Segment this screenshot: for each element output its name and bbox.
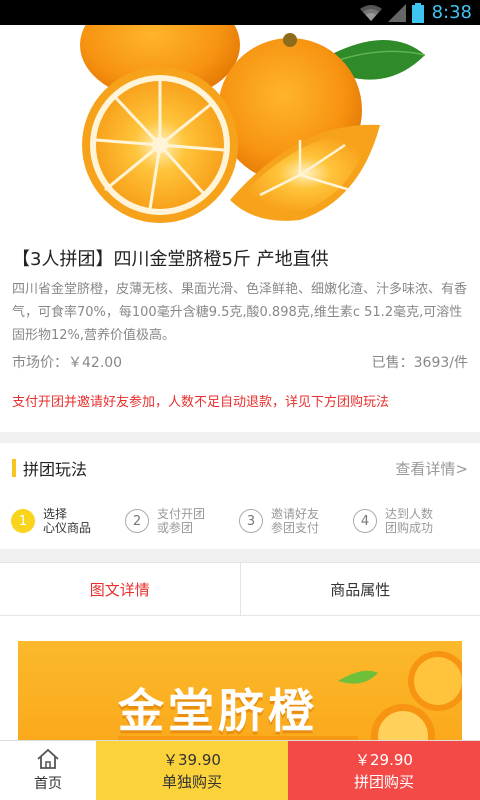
- section-divider: [0, 432, 480, 443]
- bottom-action-bar: 首页 ￥39.90 单独购买 ￥29.90 拼团购买: [0, 740, 480, 800]
- tab-graphic-details[interactable]: 图文详情: [0, 563, 240, 615]
- single-price: ￥39.90: [163, 750, 221, 769]
- group-label: 拼团购买: [353, 772, 414, 791]
- home-icon: [37, 748, 59, 769]
- howto-title-text: 拼团玩法: [23, 460, 88, 479]
- orange-photo: [80, 25, 426, 223]
- step-3: 3 邀请好友 参团支付: [239, 507, 353, 535]
- group-price: ￥29.90: [355, 750, 413, 769]
- tab-product-attributes[interactable]: 商品属性: [239, 563, 480, 615]
- status-time: 8:38: [431, 2, 472, 23]
- step-1: 1 选择 心仪商品: [11, 507, 125, 535]
- step-4: 4 达到人数 团购成功: [353, 507, 467, 535]
- status-icons: [359, 2, 424, 23]
- buy-single-button[interactable]: ￥39.90 单独购买: [96, 741, 288, 800]
- step-number: 3: [239, 509, 263, 533]
- app-screen: 8:38 【3人拼团】四川金堂脐橙5斤 产地直供 四川省金堂脐橙，皮薄无核、果面…: [0, 0, 480, 800]
- step-text: 选择 心仪商品: [43, 507, 91, 535]
- battery-icon: [411, 2, 424, 23]
- single-label: 单独购买: [161, 772, 222, 791]
- step-line2: 心仪商品: [43, 521, 92, 535]
- product-description: 四川省金堂脐橙，皮薄无核、果面光滑、色泽鲜艳、细嫩化渣、汁多味浓、有香气，可食率…: [12, 282, 468, 343]
- howto-title: 拼团玩法: [12, 456, 87, 480]
- view-details-link[interactable]: 查看详情>: [395, 458, 468, 479]
- step-line1: 选择: [43, 507, 68, 521]
- sold-count: 已售：3693/件: [371, 355, 468, 371]
- home-label: 首页: [34, 776, 62, 792]
- price-row: 市场价：￥42.00 已售：3693/件: [12, 353, 468, 373]
- product-image[interactable]: [0, 25, 480, 235]
- status-bar: 8:38: [0, 0, 480, 25]
- step-line2: 参团支付: [271, 521, 320, 535]
- group-howto: 拼团玩法 查看详情> 1 选择 心仪商品 2 支付开团 或参团 3 邀请好友 参…: [0, 443, 480, 549]
- step-line2: 或参团: [157, 521, 194, 535]
- step-line2: 团购成功: [385, 521, 434, 535]
- step-line1: 邀请好友: [271, 507, 320, 521]
- howto-header: 拼团玩法 查看详情>: [0, 443, 480, 493]
- banner-title: 金堂脐橙: [118, 684, 318, 738]
- market-price: 市场价：￥42.00: [12, 355, 123, 371]
- section-divider: [0, 549, 480, 562]
- step-number: 4: [353, 509, 377, 533]
- wifi-icon: [359, 4, 382, 21]
- product-info: 【3人拼团】四川金堂脐橙5斤 产地直供 四川省金堂脐橙，皮薄无核、果面光滑、色泽…: [0, 235, 480, 432]
- step-number: 2: [125, 509, 149, 533]
- product-title: 【3人拼团】四川金堂脐橙5斤 产地直供: [12, 249, 329, 270]
- step-text: 邀请好友 参团支付: [271, 507, 319, 535]
- detail-banner-image: 金堂脐橙: [18, 641, 462, 751]
- group-notice: 支付开团并邀请好友参加，人数不足自动退款，详见下方团购玩法: [12, 395, 390, 410]
- step-number: 1: [11, 509, 35, 533]
- step-text: 支付开团 或参团: [157, 507, 205, 535]
- howto-steps: 1 选择 心仪商品 2 支付开团 或参团 3 邀请好友 参团支付 4 达到人数 …: [0, 493, 480, 549]
- step-2: 2 支付开团 或参团: [125, 507, 239, 535]
- step-line1: 达到人数: [385, 507, 434, 521]
- home-button[interactable]: 首页: [0, 741, 96, 800]
- detail-tabs: 图文详情 商品属性: [0, 562, 480, 616]
- step-text: 达到人数 团购成功: [385, 507, 433, 535]
- signal-icon: [387, 3, 406, 22]
- buy-group-button[interactable]: ￥29.90 拼团购买: [288, 741, 480, 800]
- step-line1: 支付开团: [157, 507, 206, 521]
- title-accent-bar: [12, 459, 16, 477]
